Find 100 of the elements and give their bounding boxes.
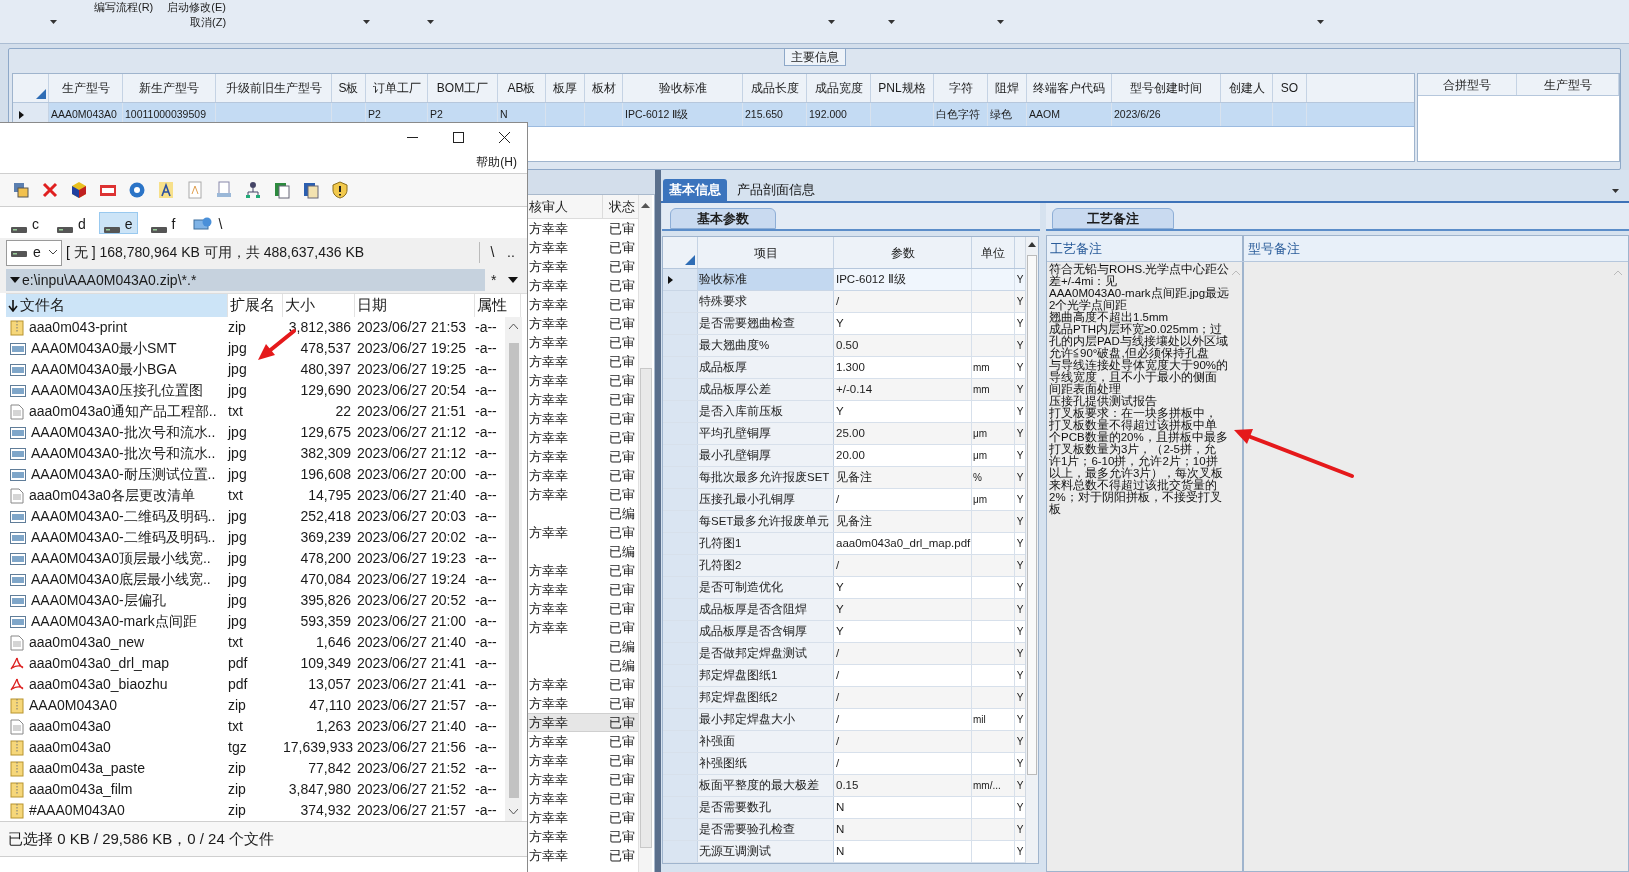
scrollbar[interactable]: [1025, 237, 1038, 863]
file-row[interactable]: AAA0M043A0-耐压测试位置.. jpg 196,608 2023/06/27 20:00 -a--: [6, 464, 505, 485]
file-row[interactable]: aaa0m043a0_drl_map pdf 109,349 2023/06/27 21:41 -a--: [6, 653, 505, 674]
list-row[interactable]: 方幸幸 已审: [527, 219, 638, 238]
list-row[interactable]: 方幸幸 已审: [527, 333, 638, 352]
caret-icon[interactable]: [363, 20, 371, 24]
param-row[interactable]: 每批次最多允许报废SET 见备注 % Y: [663, 467, 1025, 489]
column-header[interactable]: 订单工厂: [366, 74, 428, 102]
param-row[interactable]: 是否需要验孔检查 N Y: [663, 819, 1025, 841]
column-header[interactable]: 验收标准: [623, 74, 743, 102]
list-row[interactable]: 已编: [527, 656, 638, 675]
scrollbar[interactable]: [505, 317, 522, 821]
path-bar[interactable]: e:\inpu\AAA0M043A0.zip\*.*: [6, 269, 485, 291]
list-row[interactable]: 方幸幸 已审: [527, 371, 638, 390]
file-row[interactable]: AAA0M043A0-二维码及明码.. jpg 252,418 2023/06/27 20:03 -a--: [6, 506, 505, 527]
param-row[interactable]: 成品板厚是否含阻焊 Y Y: [663, 599, 1025, 621]
caret-icon[interactable]: [888, 20, 896, 24]
param-row[interactable]: 是否可制造优化 Y Y: [663, 577, 1025, 599]
param-row[interactable]: 是否需要翘曲检查 Y Y: [663, 313, 1025, 335]
grid-row[interactable]: AAA0M043A0 10011000039509 P2 P2 N IPC-6012 Ⅱ级 215.650 192.000 白色字符 绿色 AAOM 2023/6/26: [13, 103, 1414, 127]
file-row[interactable]: AAA0M043A0压接孔位置图 jpg 129,690 2023/06/27 20:54 -a--: [6, 380, 505, 401]
caret-icon[interactable]: [828, 20, 836, 24]
column-header[interactable]: 阻焊: [988, 74, 1027, 102]
drive-button[interactable]: \: [188, 211, 228, 234]
param-row[interactable]: 孔符图2 / Y: [663, 555, 1025, 577]
menu-item[interactable]: 启动修改(E): [167, 0, 226, 16]
column-header[interactable]: SO: [1273, 74, 1307, 102]
param-row[interactable]: 平均孔壁铜厚 25.00 μm Y: [663, 423, 1025, 445]
list-row[interactable]: 方幸幸 已审: [527, 751, 638, 770]
column-header[interactable]: AB板: [498, 74, 546, 102]
file-row[interactable]: AAA0M043A0-二维码及明码.. jpg 369,239 2023/06/27 20:02 -a--: [6, 527, 505, 548]
file-row[interactable]: AAA0M043A0 zip 47,110 2023/06/27 21:57 -a--: [6, 695, 505, 716]
list-row[interactable]: 方幸幸 已审: [527, 770, 638, 789]
tab[interactable]: 产品剖面信息: [731, 179, 821, 201]
param-row[interactable]: 最小孔壁铜厚 20.00 μm Y: [663, 445, 1025, 467]
list-row[interactable]: 方幸幸 已审: [527, 485, 638, 504]
param-row[interactable]: 最小邦定焊盘大小 / mil Y: [663, 709, 1025, 731]
list-row[interactable]: 方幸幸 已审: [527, 257, 638, 276]
list-row[interactable]: 方幸幸 已审: [527, 428, 638, 447]
panel-tab[interactable]: 工艺备注: [1052, 208, 1174, 229]
param-row[interactable]: 补强面 / Y: [663, 731, 1025, 753]
list-row[interactable]: 方幸幸 已审: [527, 789, 638, 808]
list-row[interactable]: 方幸幸 已审: [527, 675, 638, 694]
drive-button[interactable]: f: [145, 211, 181, 234]
list-row[interactable]: 已编: [527, 542, 638, 561]
param-row[interactable]: 无源互调测试 N Y: [663, 841, 1025, 863]
list-row[interactable]: 方幸幸 已审: [527, 694, 638, 713]
shield-icon[interactable]: [331, 181, 349, 199]
param-row[interactable]: 成品板厚是否含铜厚 Y Y: [663, 621, 1025, 643]
caret-icon[interactable]: [1612, 189, 1619, 193]
param-row[interactable]: 是否入库前压板 Y Y: [663, 401, 1025, 423]
file-row[interactable]: aaa0m043a0 txt 1,263 2023/06/27 21:40 -a--: [6, 716, 505, 737]
list-row[interactable]: 方幸幸 已审: [527, 713, 638, 732]
scrollbar[interactable]: [638, 195, 652, 872]
cube-icon[interactable]: [70, 181, 88, 199]
list-row[interactable]: 方幸幸 已审: [527, 447, 638, 466]
drive-combo[interactable]: e: [6, 239, 62, 266]
caret-icon[interactable]: [427, 20, 435, 24]
list-row[interactable]: 方幸幸 已审: [527, 732, 638, 751]
up-button[interactable]: ..: [499, 242, 523, 263]
list-row[interactable]: 方幸幸 已审: [527, 561, 638, 580]
file-row[interactable]: aaa0m043a_film zip 3,847,980 2023/06/27 21:52 -a--: [6, 779, 505, 800]
list-row[interactable]: 方幸幸 已审: [527, 846, 638, 865]
list-row[interactable]: 方幸幸 已审: [527, 276, 638, 295]
file-row[interactable]: AAA0M043A0最小BGA jpg 480,397 2023/06/27 19:25 -a--: [6, 359, 505, 380]
file-row[interactable]: AAA0M043A0-mark点间距 jpg 593,359 2023/06/27 21:00 -a--: [6, 611, 505, 632]
file-row[interactable]: aaa0m043a0 tgz 17,639,933 2023/06/27 21:56 -a--: [6, 737, 505, 758]
column-header[interactable]: 创建人: [1221, 74, 1273, 102]
param-row[interactable]: 补强图纸 / Y: [663, 753, 1025, 775]
param-row[interactable]: 是否需要数孔 N Y: [663, 797, 1025, 819]
column-header[interactable]: 成品长度: [743, 74, 807, 102]
caret-icon[interactable]: [1317, 20, 1325, 24]
column-header[interactable]: 文件名: [6, 294, 228, 317]
list-row[interactable]: 方幸幸 已审: [527, 808, 638, 827]
menu-item[interactable]: 帮助(H): [476, 153, 517, 171]
file-row[interactable]: aaa0m043a0通知产品工程部.. txt 22 2023/06/27 21:51 -a--: [6, 401, 505, 422]
list-row[interactable]: 已编: [527, 504, 638, 523]
column-header[interactable]: 字符: [934, 74, 988, 102]
list-row[interactable]: 方幸幸 已审: [527, 618, 638, 637]
list-row[interactable]: 方幸幸 已审: [527, 827, 638, 846]
file-row[interactable]: AAA0M043A0-批次号和流水.. jpg 129,675 2023/06/27 21:12 -a--: [6, 422, 505, 443]
column-header[interactable]: S板: [332, 74, 366, 102]
file-row[interactable]: AAA0M043A0-层偏孔 jpg 395,826 2023/06/27 20:52 -a--: [6, 590, 505, 611]
list-row[interactable]: 方幸幸 已审: [527, 295, 638, 314]
list-row[interactable]: 方幸幸 已审: [527, 409, 638, 428]
list-row[interactable]: 方幸幸 已审: [527, 352, 638, 371]
caret-icon[interactable]: [50, 20, 57, 24]
caret-icon[interactable]: [997, 20, 1005, 24]
font-icon[interactable]: [157, 181, 175, 199]
param-row[interactable]: 邦定焊盘图纸1 / Y: [663, 665, 1025, 687]
column-header[interactable]: 板材: [585, 74, 623, 102]
list-row[interactable]: 方幸幸 已审: [527, 580, 638, 599]
panel-tab[interactable]: 基本参数: [670, 208, 776, 229]
file-row[interactable]: AAA0M043A0最小SMT jpg 478,537 2023/06/27 19:25 -a--: [6, 338, 505, 359]
column-header[interactable]: 成品宽度: [807, 74, 871, 102]
column-header[interactable]: 大小: [283, 294, 355, 317]
column-header[interactable]: 工艺备注: [1047, 236, 1244, 261]
column-header[interactable]: 新生产型号: [123, 74, 216, 102]
file-row[interactable]: aaa0m043a0_new txt 1,646 2023/06/27 21:40 -a--: [6, 632, 505, 653]
list-row[interactable]: 已编: [527, 637, 638, 656]
